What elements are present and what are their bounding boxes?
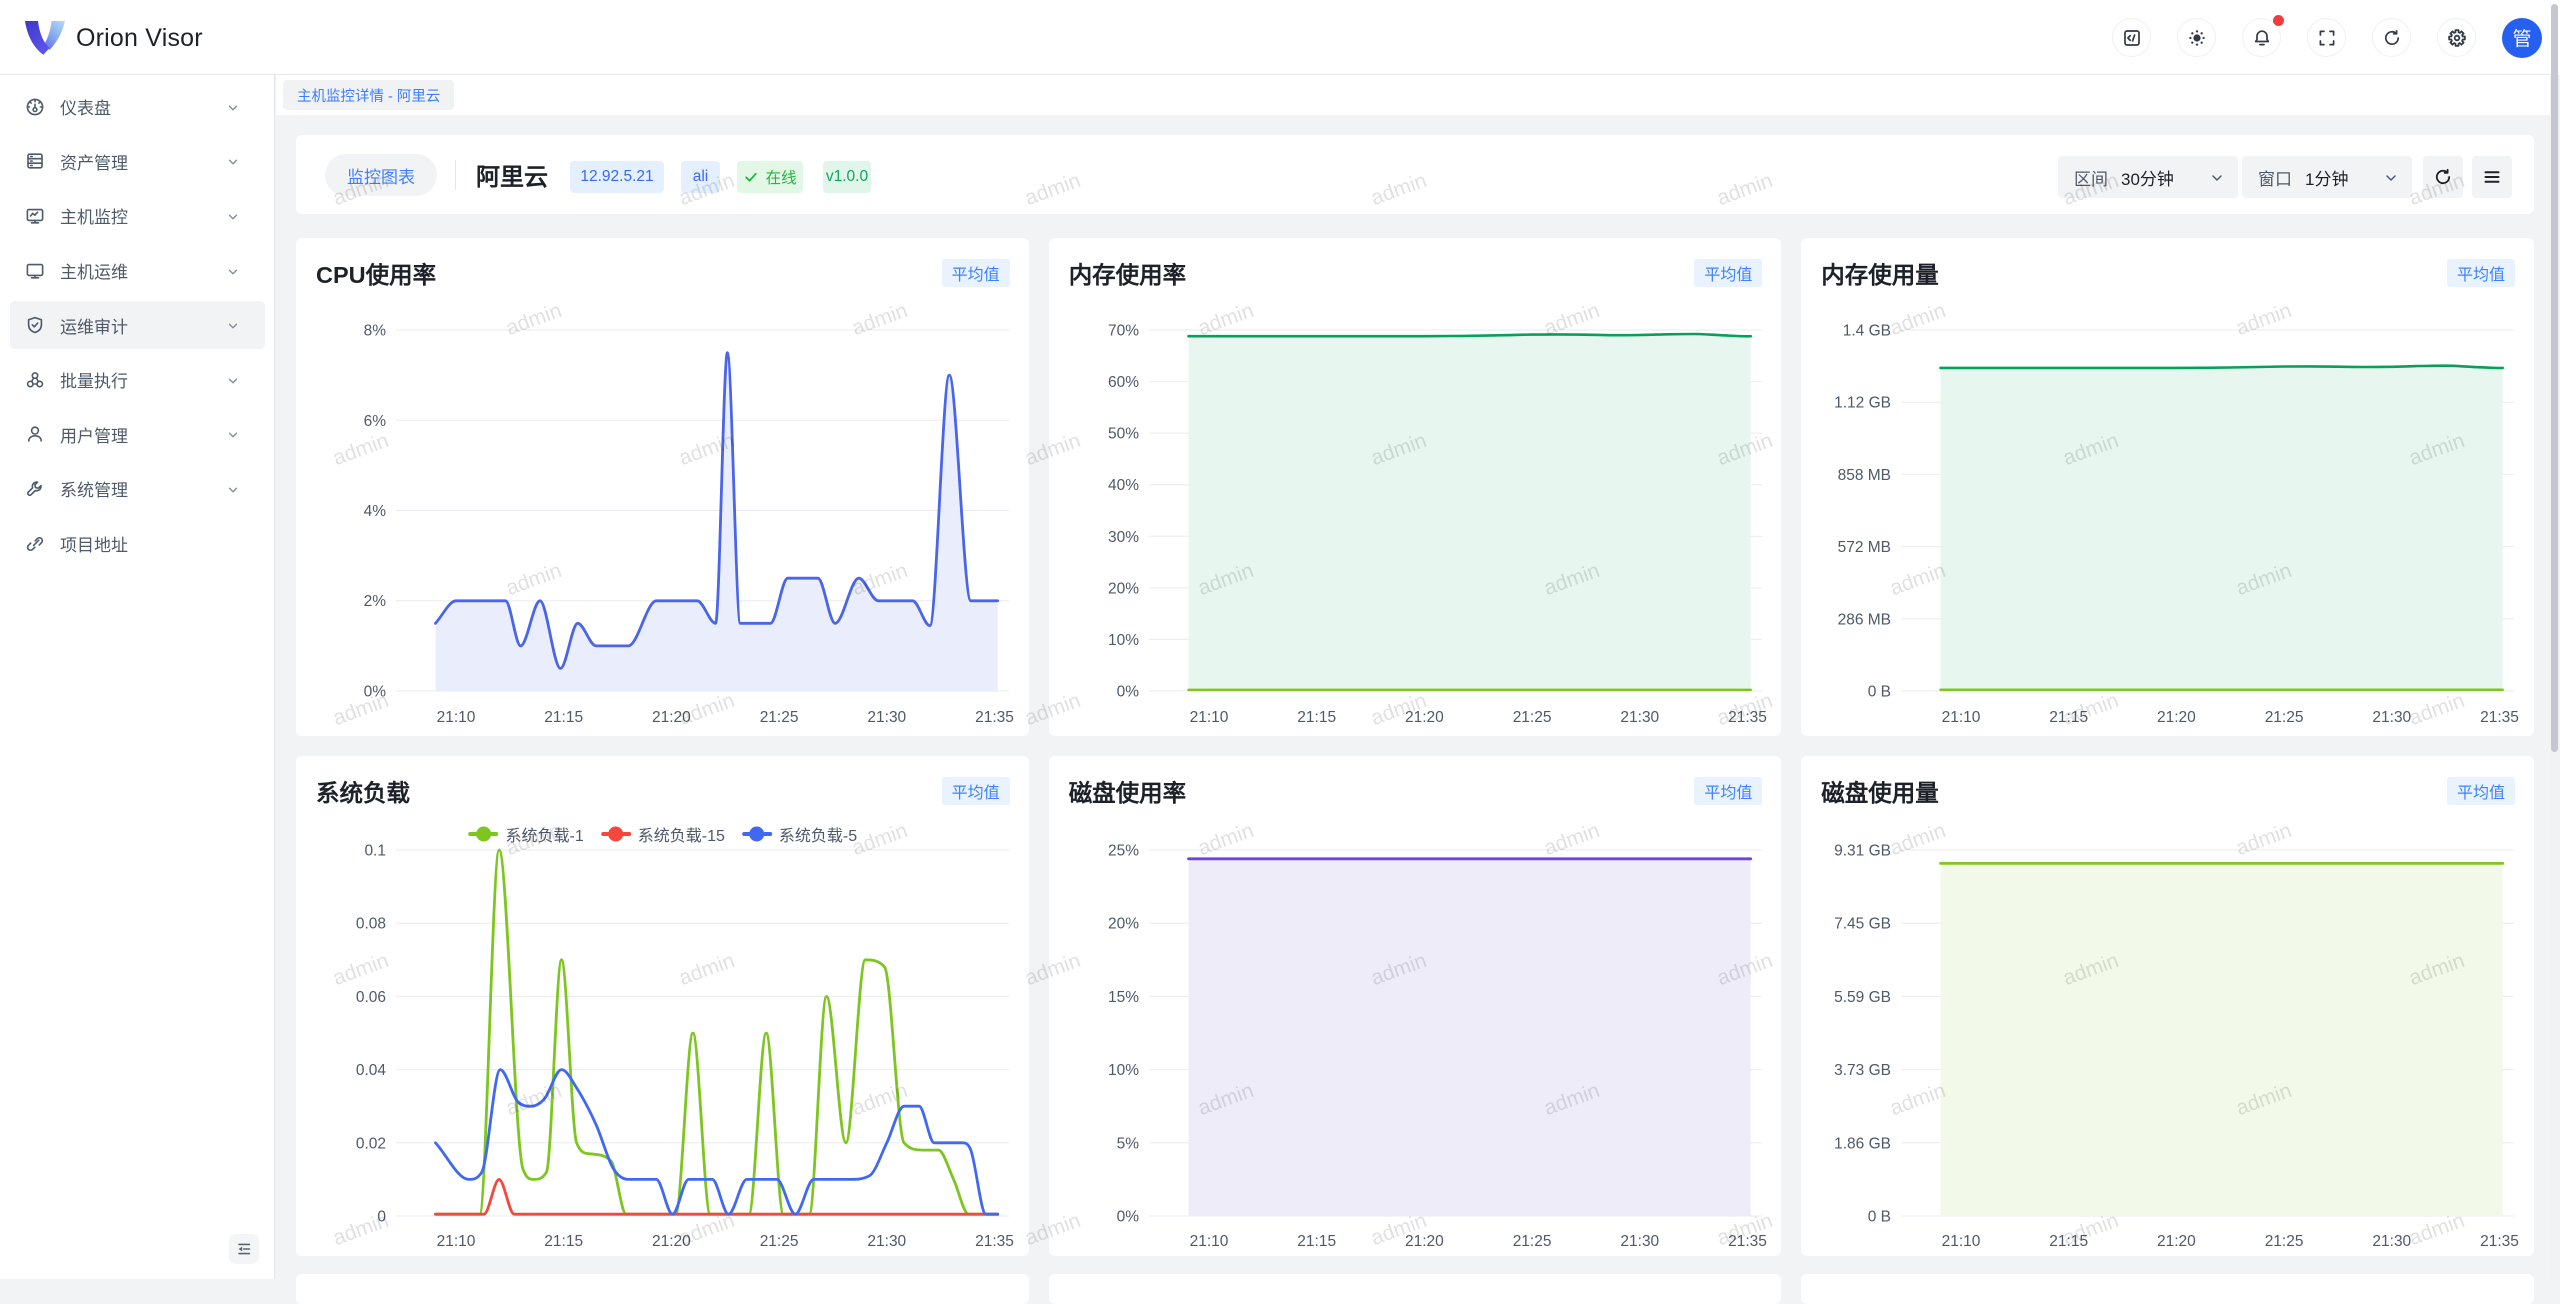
svg-text:21:20: 21:20 <box>1405 709 1444 726</box>
svg-text:0%: 0% <box>364 684 387 701</box>
svg-text:0.08: 0.08 <box>356 916 386 933</box>
svg-text:6%: 6% <box>364 413 387 430</box>
svg-text:5%: 5% <box>1116 1135 1139 1152</box>
svg-text:21:20: 21:20 <box>2157 709 2196 726</box>
svg-text:0.04: 0.04 <box>356 1062 387 1079</box>
svg-text:21:35: 21:35 <box>1728 709 1767 726</box>
svg-text:0.1: 0.1 <box>364 843 386 860</box>
svg-text:21:35: 21:35 <box>975 1233 1014 1250</box>
svg-text:21:35: 21:35 <box>975 709 1014 726</box>
svg-text:1.4 GB: 1.4 GB <box>1843 323 1891 340</box>
svg-text:21:20: 21:20 <box>2157 1233 2196 1250</box>
svg-text:2%: 2% <box>364 593 387 610</box>
svg-text:21:10: 21:10 <box>1942 709 1981 726</box>
svg-text:50%: 50% <box>1108 426 1139 443</box>
svg-text:21:25: 21:25 <box>1512 709 1551 726</box>
svg-text:21:30: 21:30 <box>2373 709 2412 726</box>
svg-text:20%: 20% <box>1108 580 1139 597</box>
svg-text:70%: 70% <box>1108 323 1139 340</box>
svg-text:21:35: 21:35 <box>2480 1233 2519 1250</box>
svg-text:25%: 25% <box>1108 843 1139 860</box>
svg-text:572 MB: 572 MB <box>1838 539 1891 556</box>
svg-text:9.31 GB: 9.31 GB <box>1834 843 1891 860</box>
svg-text:0 B: 0 B <box>1868 684 1891 701</box>
svg-text:858 MB: 858 MB <box>1838 467 1891 484</box>
svg-text:0.02: 0.02 <box>356 1135 386 1152</box>
svg-text:8%: 8% <box>364 323 387 340</box>
svg-text:60%: 60% <box>1108 374 1139 391</box>
svg-text:0: 0 <box>377 1209 386 1226</box>
svg-text:286 MB: 286 MB <box>1838 611 1891 628</box>
svg-text:21:35: 21:35 <box>1728 1233 1767 1250</box>
svg-text:21:10: 21:10 <box>1189 1233 1228 1250</box>
svg-text:21:15: 21:15 <box>544 709 583 726</box>
svg-text:21:25: 21:25 <box>2265 709 2304 726</box>
svg-text:0%: 0% <box>1116 684 1139 701</box>
svg-text:10%: 10% <box>1108 632 1139 649</box>
svg-text:20%: 20% <box>1108 916 1139 933</box>
svg-text:21:10: 21:10 <box>1189 709 1228 726</box>
svg-text:21:25: 21:25 <box>1512 1233 1551 1250</box>
svg-text:21:15: 21:15 <box>544 1233 583 1250</box>
svg-text:21:30: 21:30 <box>1620 709 1659 726</box>
svg-text:21:15: 21:15 <box>2050 1233 2089 1250</box>
svg-text:40%: 40% <box>1108 477 1139 494</box>
svg-text:21:25: 21:25 <box>760 1233 799 1250</box>
svg-text:4%: 4% <box>364 503 387 520</box>
svg-text:21:10: 21:10 <box>437 1233 476 1250</box>
svg-text:0 B: 0 B <box>1868 1209 1891 1226</box>
svg-text:21:30: 21:30 <box>2373 1233 2412 1250</box>
svg-text:5.59 GB: 5.59 GB <box>1834 989 1891 1006</box>
svg-text:15%: 15% <box>1108 989 1139 1006</box>
svg-text:21:10: 21:10 <box>437 709 476 726</box>
svg-text:21:30: 21:30 <box>867 709 906 726</box>
svg-text:1.86 GB: 1.86 GB <box>1834 1135 1891 1152</box>
svg-text:7.45 GB: 7.45 GB <box>1834 916 1891 933</box>
svg-text:21:30: 21:30 <box>1620 1233 1659 1250</box>
svg-text:21:20: 21:20 <box>1405 1233 1444 1250</box>
svg-text:1.12 GB: 1.12 GB <box>1834 395 1891 412</box>
svg-text:21:25: 21:25 <box>760 709 799 726</box>
svg-text:21:15: 21:15 <box>1297 1233 1336 1250</box>
svg-text:21:20: 21:20 <box>652 1233 691 1250</box>
svg-text:21:20: 21:20 <box>652 709 691 726</box>
svg-text:0.06: 0.06 <box>356 989 386 1006</box>
svg-text:21:15: 21:15 <box>1297 709 1336 726</box>
svg-text:0%: 0% <box>1116 1209 1139 1226</box>
svg-text:21:35: 21:35 <box>2480 709 2519 726</box>
svg-text:10%: 10% <box>1108 1062 1139 1079</box>
svg-text:21:10: 21:10 <box>1942 1233 1981 1250</box>
svg-text:21:15: 21:15 <box>2050 709 2089 726</box>
svg-text:3.73 GB: 3.73 GB <box>1834 1062 1891 1079</box>
svg-text:21:25: 21:25 <box>2265 1233 2304 1250</box>
svg-text:30%: 30% <box>1108 529 1139 546</box>
svg-text:21:30: 21:30 <box>867 1233 906 1250</box>
